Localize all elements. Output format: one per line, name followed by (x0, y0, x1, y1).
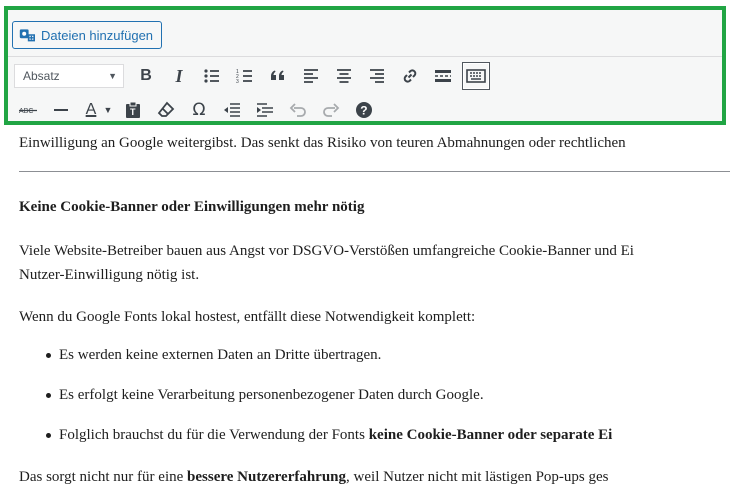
help-icon: ? (356, 102, 372, 118)
format-select[interactable]: Absatz ▼ (14, 64, 124, 88)
numbered-list-button[interactable]: 123 (231, 62, 259, 90)
toolbar-divider (8, 56, 722, 57)
add-media-button[interactable]: Dateien hinzufügen (12, 21, 163, 49)
bulleted-list-button[interactable] (198, 62, 226, 90)
editor-content[interactable]: Einwilligung an Google weitergibst. Das … (4, 125, 730, 495)
italic-button[interactable]: I (165, 62, 193, 90)
paste-as-text-icon: T (126, 101, 140, 118)
list-item: Folglich brauchst du für die Verwendung … (59, 423, 612, 447)
toolbar-row-2: ABC A ▼ T Ω ? (14, 96, 383, 124)
list-item: Es erfolgt keine Verarbeitung personenbe… (59, 387, 484, 403)
align-center-button[interactable] (330, 62, 358, 90)
horizontal-line-button[interactable] (47, 96, 75, 124)
bulleted-list-icon (204, 69, 219, 83)
svg-text:?: ? (360, 104, 367, 118)
list-item-bold: keine Cookie-Banner oder separate Ei (368, 427, 613, 443)
toolbar-toggle-icon (466, 69, 486, 83)
paragraph-text: Viele Website-Betreiber bauen aus Angst … (19, 243, 634, 259)
toolbar-toggle-button[interactable] (462, 62, 490, 90)
format-select-value: Absatz (23, 69, 60, 83)
indent-icon (257, 103, 273, 117)
paragraph-text: Nutzer-Einwilligung nötig ist. (19, 267, 200, 283)
insert-link-icon (403, 69, 417, 83)
special-character-icon: Ω (192, 100, 206, 120)
text-color-dropdown[interactable]: ▼ (102, 96, 114, 124)
svg-text:3: 3 (236, 79, 239, 85)
list-bullet (46, 433, 51, 438)
help-button[interactable]: ? (350, 96, 378, 124)
toolbar-row-1: Absatz ▼ B I 123 (14, 62, 495, 90)
bold-icon: B (140, 67, 152, 84)
horizontal-line-icon (54, 109, 68, 111)
italic-icon: I (175, 65, 183, 86)
indent-button[interactable] (251, 96, 279, 124)
paragraph-text: Einwilligung an Google weitergibst. Das … (19, 135, 626, 151)
editor-toolbar: Dateien hinzufügen Absatz ▼ B I 123 ABC … (4, 6, 726, 125)
chevron-down-icon: ▼ (108, 71, 117, 81)
paragraph-segment: Das sorgt nicht nur für eine (19, 469, 188, 485)
paragraph-text: Das sorgt nicht nur für eine bessere Nut… (19, 465, 609, 489)
add-media-label: Dateien hinzufügen (41, 27, 154, 43)
read-more-button[interactable] (429, 62, 457, 90)
strikethrough-button[interactable]: ABC (14, 96, 42, 124)
special-character-button[interactable]: Ω (185, 96, 213, 124)
read-more-icon (435, 70, 451, 82)
editor: Dateien hinzufügen Absatz ▼ B I 123 ABC … (0, 0, 730, 495)
text-color-icon: A (85, 101, 97, 118)
align-center-icon (337, 69, 351, 83)
clear-formatting-button[interactable] (152, 96, 180, 124)
paste-as-text-button[interactable]: T (119, 96, 147, 124)
text-color-button[interactable]: A (80, 96, 102, 124)
numbered-list-icon: 123 (236, 69, 252, 85)
list-item-text: Folglich brauchst du für die Verwendung … (59, 427, 369, 443)
insert-link-button[interactable] (396, 62, 424, 90)
redo-button[interactable] (317, 96, 345, 124)
undo-button[interactable] (284, 96, 312, 124)
undo-icon (289, 103, 306, 117)
outdent-button[interactable] (218, 96, 246, 124)
paragraph-segment: , weil Nutzer nicht mit lästigen Pop-ups… (346, 469, 609, 485)
outdent-icon (224, 103, 240, 117)
align-left-icon (304, 69, 318, 83)
align-left-button[interactable] (297, 62, 325, 90)
horizontal-rule (19, 171, 730, 172)
redo-icon (323, 103, 340, 117)
list-bullet (46, 393, 51, 398)
strikethrough-icon: ABC (19, 108, 37, 115)
paragraph-text: Wenn du Google Fonts lokal hostest, entf… (19, 309, 476, 325)
list-bullet (46, 353, 51, 358)
bold-button[interactable]: B (132, 62, 160, 90)
svg-text:ABC: ABC (19, 108, 33, 115)
svg-text:T: T (130, 107, 136, 117)
add-media-icon (19, 29, 35, 42)
align-right-button[interactable] (363, 62, 391, 90)
section-heading: Keine Cookie-Banner oder Einwilligungen … (19, 199, 365, 215)
paragraph-bold: bessere Nutzererfahrung (187, 469, 347, 485)
chevron-down-icon: ▼ (103, 105, 113, 115)
align-right-icon (370, 69, 384, 83)
blockquote-icon (271, 70, 284, 80)
clear-formatting-icon (157, 101, 175, 117)
list-item: Es werden keine externen Daten an Dritte… (59, 347, 382, 363)
blockquote-button[interactable] (264, 62, 292, 90)
